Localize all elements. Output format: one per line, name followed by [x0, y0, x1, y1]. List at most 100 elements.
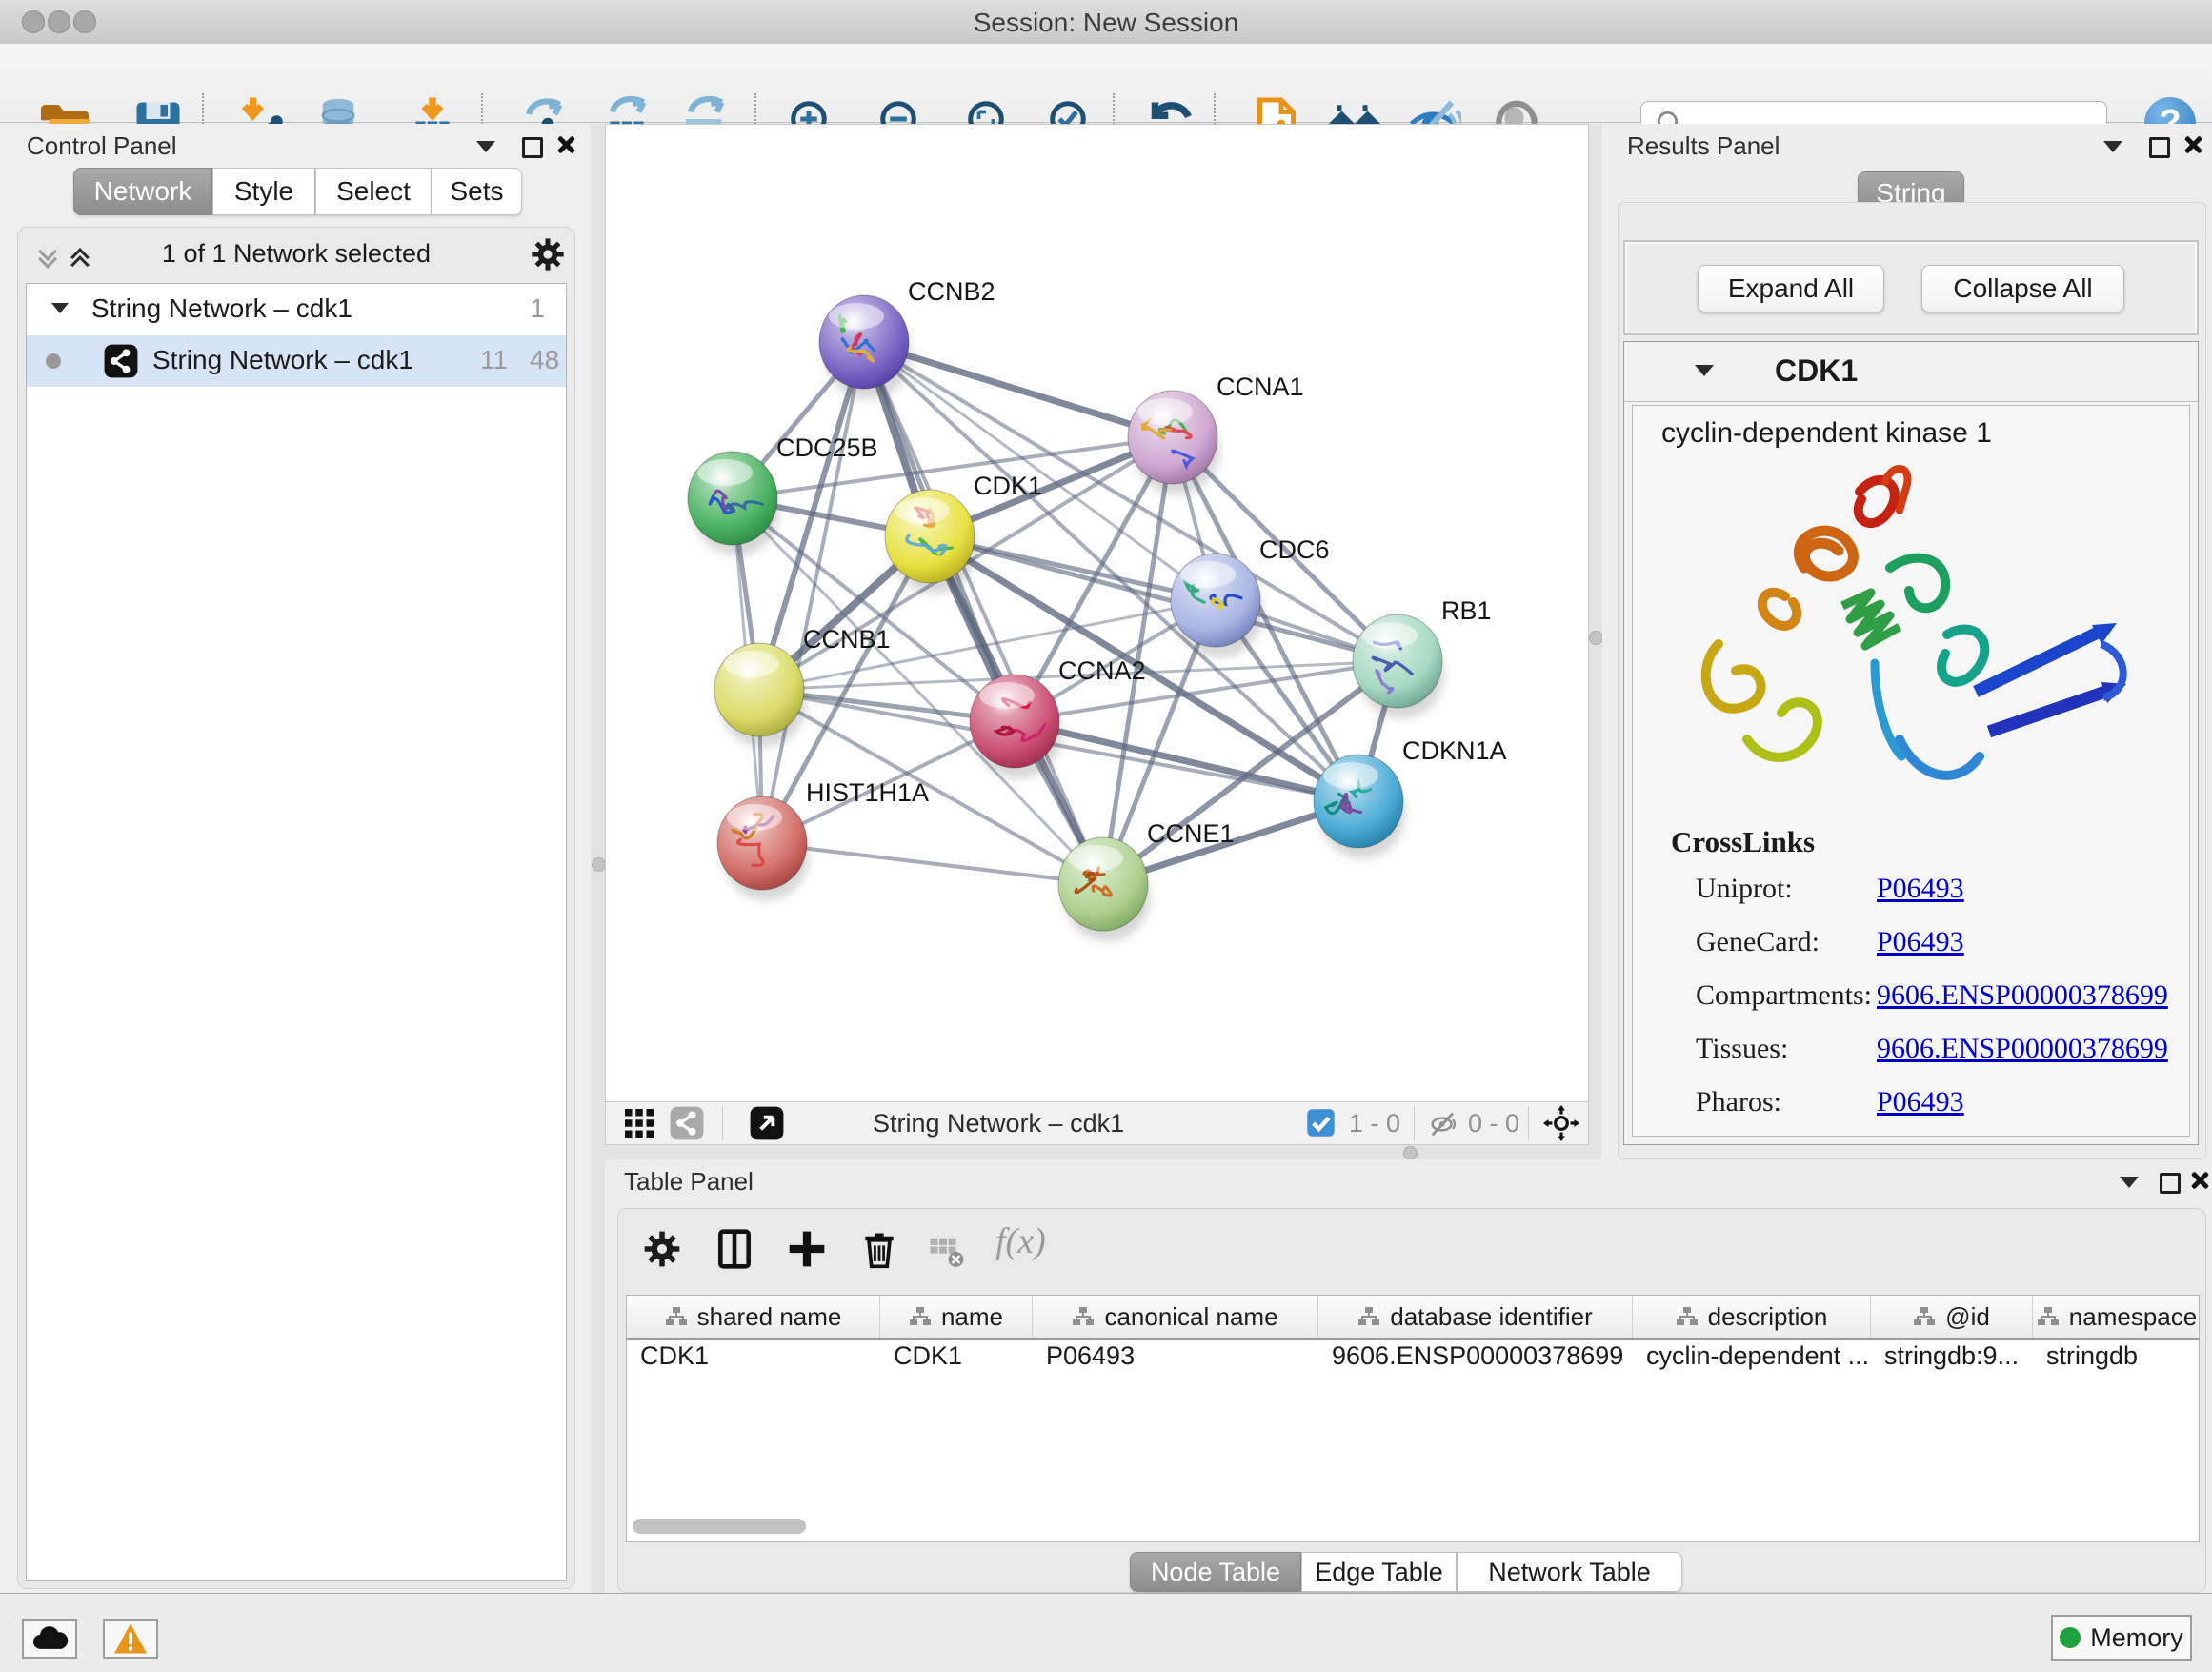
- gene-card-header[interactable]: CDK1: [1624, 342, 2198, 402]
- crosslink-label: Compartments:: [1696, 979, 1872, 1012]
- panel-menu-icon[interactable]: [476, 141, 495, 152]
- network-row-selected[interactable]: String Network – cdk1 11 48: [27, 335, 566, 387]
- network-collection-row[interactable]: String Network – cdk1 1: [27, 284, 566, 335]
- control-panel-title: Control Panel: [27, 131, 177, 161]
- float-panel-icon[interactable]: [2160, 1173, 2181, 1194]
- table-cell[interactable]: CDK1: [880, 1341, 1033, 1381]
- network-view-toolbar: String Network – cdk1 1 - 0 0 - 0: [606, 1101, 1588, 1144]
- svg-text:CCNE1: CCNE1: [1147, 819, 1235, 848]
- delete-column-icon[interactable]: [858, 1228, 900, 1275]
- selected-checkbox-icon[interactable]: [1306, 1108, 1336, 1142]
- crosslink-pharos-link[interactable]: P06493: [1877, 1086, 1964, 1118]
- network-selection-status: 1 of 1 Network selected: [18, 239, 574, 269]
- network-share-view-icon[interactable]: [669, 1105, 705, 1146]
- svg-text:CDC25B: CDC25B: [776, 433, 878, 462]
- add-column-icon[interactable]: [786, 1228, 828, 1275]
- show-columns-icon[interactable]: [714, 1228, 755, 1275]
- toolbar-separator: [722, 1106, 723, 1140]
- vertical-splitter[interactable]: [591, 124, 605, 1593]
- expand-all-button[interactable]: Expand All: [1698, 265, 1884, 312]
- table-cell[interactable]: cyclin-dependent ...: [1633, 1341, 1871, 1381]
- network-options-gear-icon[interactable]: [529, 235, 567, 278]
- panel-menu-icon[interactable]: [2120, 1177, 2139, 1188]
- crosslink-tissues-link[interactable]: 9606.ENSP00000378699: [1877, 1033, 2168, 1065]
- svg-text:CCNB1: CCNB1: [803, 625, 891, 654]
- tab-style[interactable]: Style: [212, 168, 315, 215]
- column-header[interactable]: @id: [1871, 1296, 2033, 1338]
- collection-name: String Network – cdk1: [91, 293, 352, 324]
- open-in-window-icon[interactable]: [749, 1105, 785, 1146]
- column-header[interactable]: shared name: [627, 1296, 880, 1338]
- tree-expand-icon[interactable]: [51, 303, 69, 313]
- close-panel-icon[interactable]: [556, 135, 575, 154]
- tab-sets[interactable]: Sets: [432, 168, 522, 215]
- gene-result-card: CDK1 cyclin-dependent kinase 1: [1623, 341, 2199, 1145]
- control-panel: Control Panel Network Style Select Sets …: [0, 124, 591, 1593]
- column-header[interactable]: namespace: [2033, 1296, 2201, 1338]
- table-cell[interactable]: stringdb: [2033, 1341, 2201, 1381]
- table-cell[interactable]: stringdb:9...: [1871, 1341, 2033, 1381]
- column-header[interactable]: name: [880, 1296, 1033, 1338]
- float-panel-icon[interactable]: [522, 137, 543, 158]
- table-header-row: shared name name canonical name database…: [627, 1296, 2199, 1340]
- title-bar: Session: New Session: [0, 0, 2212, 45]
- delete-table-icon[interactable]: [929, 1234, 965, 1275]
- warnings-button[interactable]: [103, 1619, 158, 1659]
- float-panel-icon[interactable]: [2149, 137, 2170, 158]
- function-builder-icon[interactable]: f(x): [995, 1220, 1046, 1262]
- network-canvas[interactable]: CCNB2CCNA1CDC25BCDK1CDC6RB1CCNB1CCNA2CDK…: [606, 125, 1588, 1102]
- tab-select[interactable]: Select: [315, 168, 432, 215]
- protein-structure-image: [1661, 453, 2166, 821]
- network-view[interactable]: CCNB2CCNA1CDC25BCDK1CDC6RB1CCNB1CCNA2CDK…: [605, 124, 1589, 1145]
- gene-description: cyclin-dependent kinase 1: [1661, 417, 1992, 450]
- toolbar-separator: [1414, 1106, 1415, 1140]
- crosslink-label: GeneCard:: [1696, 926, 1820, 958]
- vertical-splitter[interactable]: [1589, 124, 1602, 1159]
- crosslink-compartments-link[interactable]: 9606.ENSP00000378699: [1877, 979, 2168, 1012]
- crosslink-label: Pharos:: [1696, 1086, 1781, 1118]
- crosslink-genecard-link[interactable]: P06493: [1877, 926, 1964, 958]
- memory-button[interactable]: Memory: [2051, 1615, 2192, 1661]
- table-container: f(x) shared name name canonical name dat…: [617, 1208, 2206, 1593]
- close-panel-icon[interactable]: [2183, 135, 2202, 154]
- splitter-grip[interactable]: [1403, 1146, 1418, 1160]
- grid-view-icon[interactable]: [622, 1106, 656, 1145]
- table-options-gear-icon[interactable]: [641, 1228, 683, 1275]
- table-panel: Table Panel f(x) shared name: [605, 1159, 2212, 1593]
- collapse-card-icon[interactable]: [1695, 365, 1714, 376]
- collapse-all-button[interactable]: Collapse All: [1921, 265, 2124, 312]
- table-cell[interactable]: CDK1: [627, 1341, 880, 1381]
- tab-network[interactable]: Network: [73, 168, 212, 215]
- crosslink-label: Uniprot:: [1696, 873, 1793, 905]
- panel-menu-icon[interactable]: [2103, 141, 2122, 152]
- svg-text:CCNA2: CCNA2: [1058, 656, 1146, 685]
- close-panel-icon[interactable]: [2190, 1171, 2209, 1190]
- network-tree: String Network – cdk1 1 String Network –…: [26, 283, 567, 1581]
- column-header[interactable]: canonical name: [1033, 1296, 1318, 1338]
- table-cell[interactable]: P06493: [1033, 1341, 1318, 1381]
- svg-text:CDC6: CDC6: [1259, 535, 1330, 564]
- gene-symbol: CDK1: [1775, 353, 1858, 389]
- tab-network-table[interactable]: Network Table: [1457, 1552, 1682, 1592]
- network-node-count: 11: [480, 345, 508, 375]
- table-cell[interactable]: 9606.ENSP00000378699: [1318, 1341, 1633, 1381]
- horizontal-scrollbar[interactable]: [633, 1519, 806, 1534]
- network-view-title: String Network – cdk1: [873, 1109, 1124, 1138]
- crosslink-uniprot-link[interactable]: P06493: [1877, 873, 1964, 905]
- svg-text:CDK1: CDK1: [974, 472, 1042, 500]
- node-table: shared name name canonical name database…: [626, 1295, 2200, 1542]
- tab-edge-table[interactable]: Edge Table: [1301, 1552, 1457, 1592]
- tab-node-table[interactable]: Node Table: [1130, 1552, 1301, 1592]
- splitter-grip[interactable]: [1589, 631, 1603, 645]
- column-header[interactable]: database identifier: [1318, 1296, 1633, 1338]
- network-state-dot-icon: [46, 353, 61, 369]
- results-panel-title: Results Panel: [1627, 131, 1780, 161]
- status-bar: Memory: [0, 1593, 2212, 1672]
- pan-crosshair-icon[interactable]: [1543, 1105, 1579, 1146]
- network-edge-count: 48: [530, 345, 559, 375]
- column-header[interactable]: description: [1633, 1296, 1871, 1338]
- crosslinks-title: CrossLinks: [1671, 825, 1815, 859]
- cloud-status-button[interactable]: [22, 1619, 77, 1659]
- splitter-grip[interactable]: [592, 857, 606, 872]
- hidden-elements-icon[interactable]: [1427, 1108, 1459, 1145]
